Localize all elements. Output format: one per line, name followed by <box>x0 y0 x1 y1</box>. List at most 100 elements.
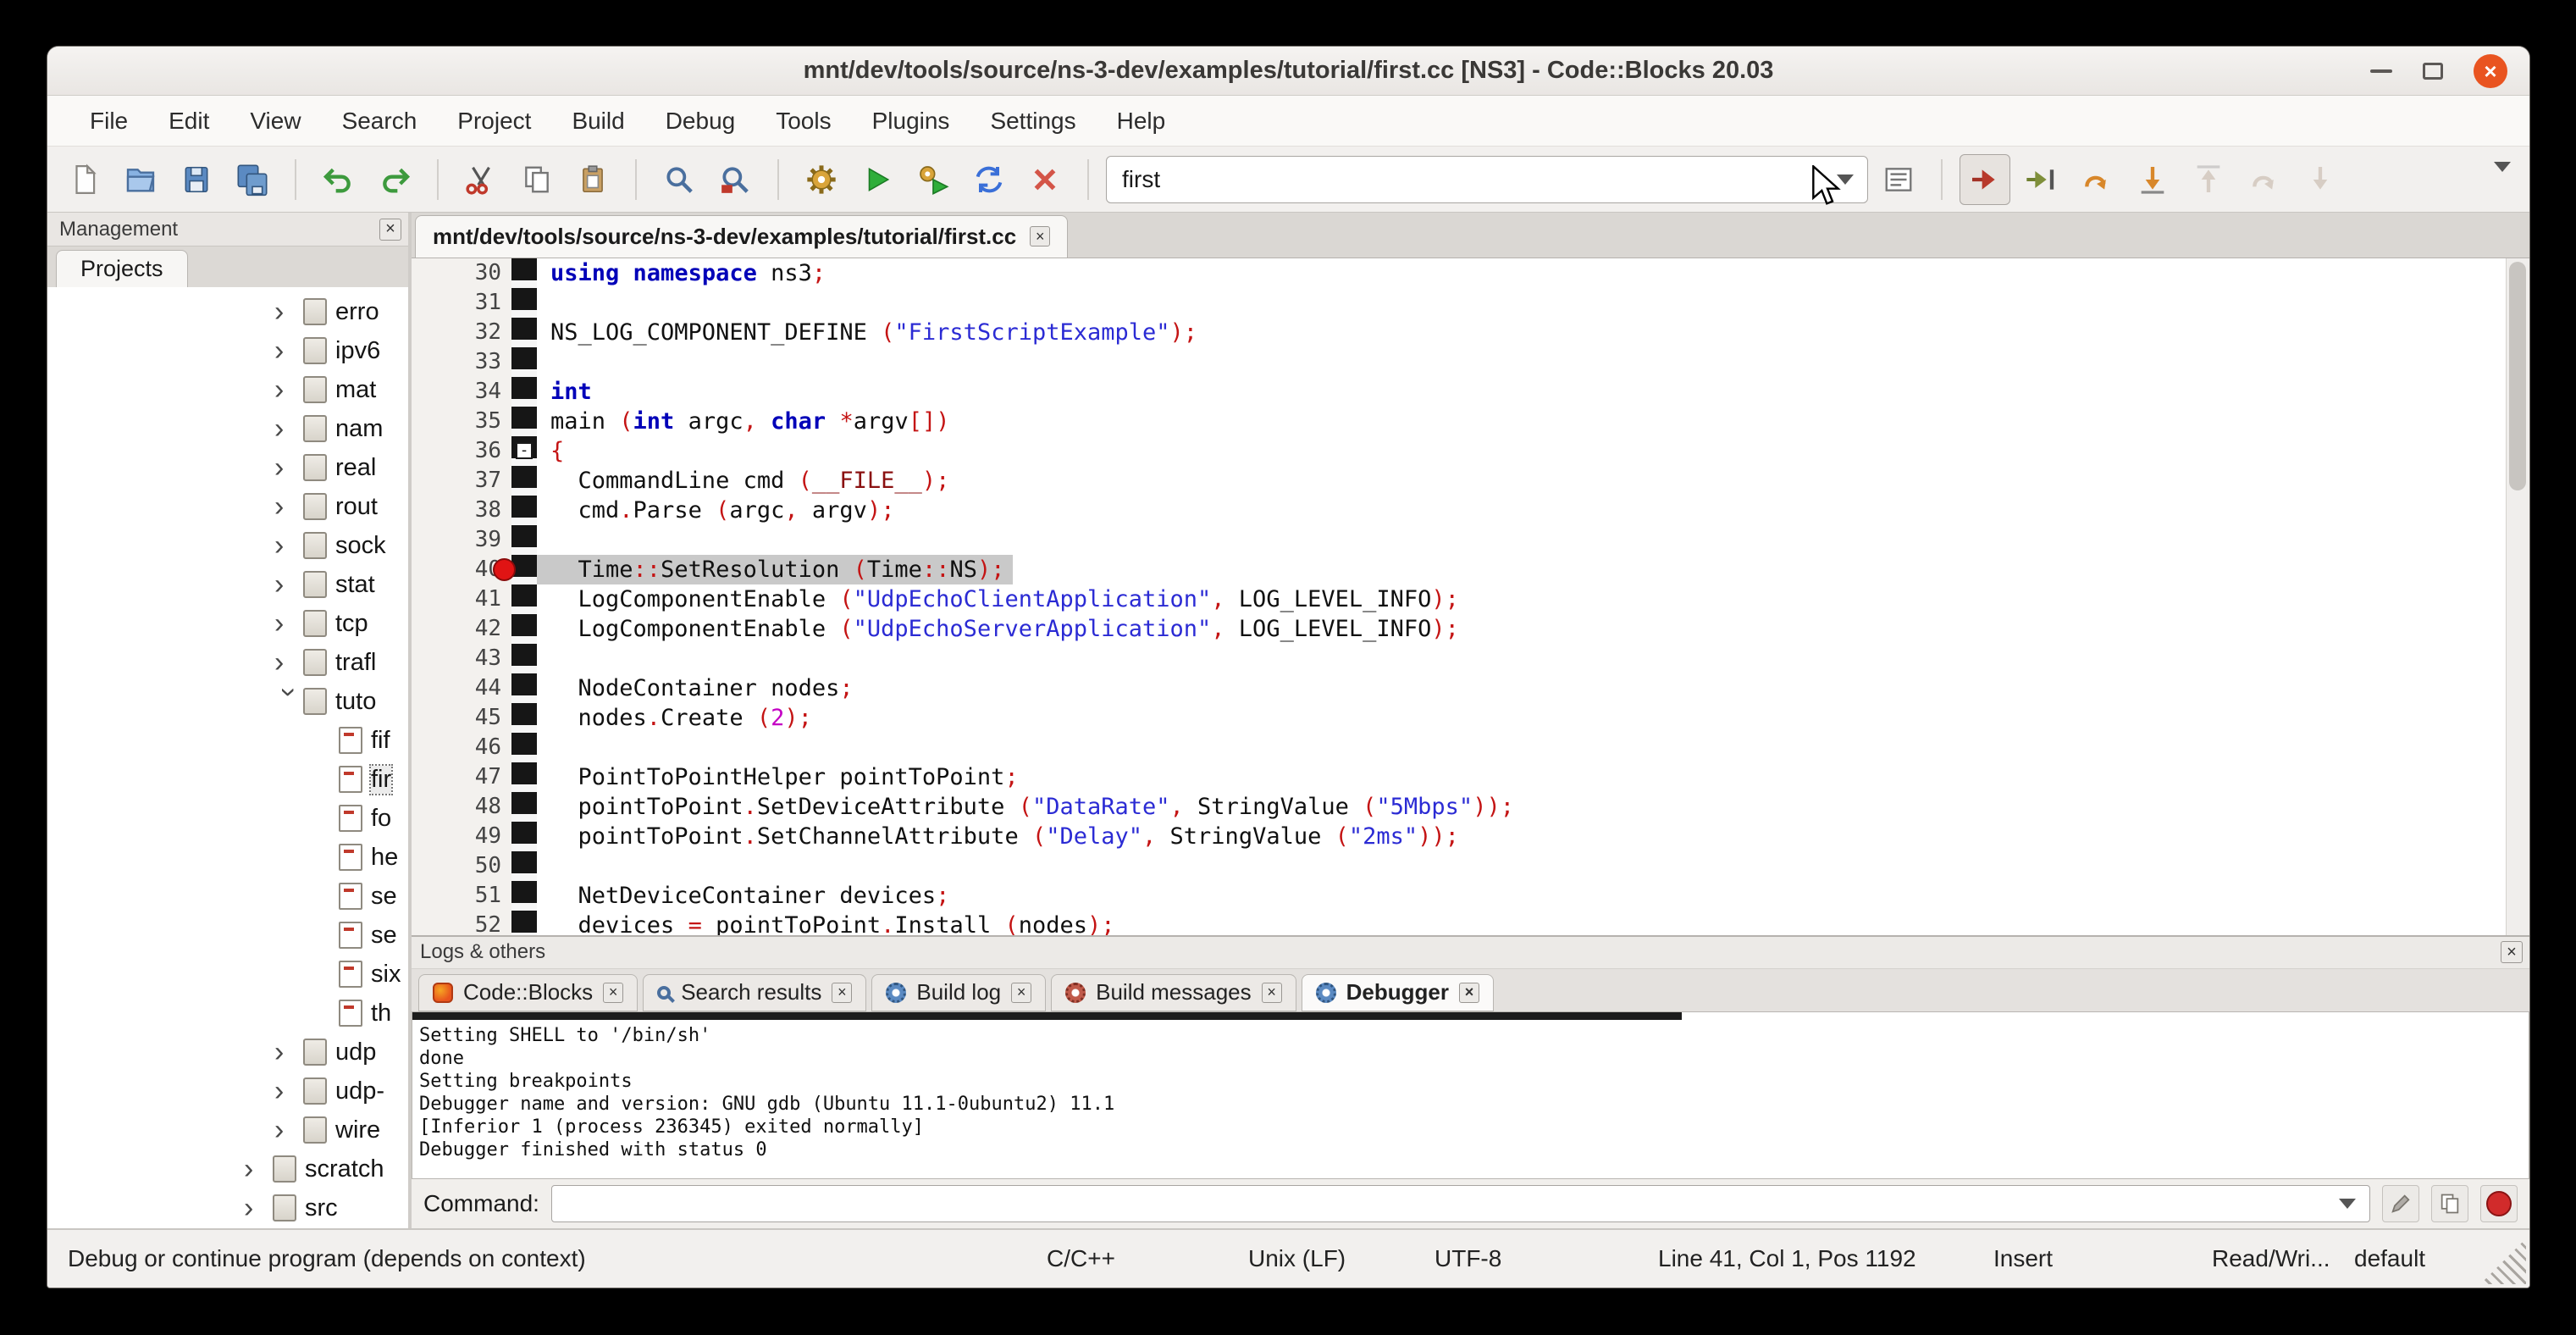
close-icon[interactable]: × <box>832 983 852 1003</box>
code-line[interactable]: 36-{ <box>412 436 2529 466</box>
resize-grip-icon[interactable] <box>2480 1238 2526 1284</box>
line-number[interactable]: 37 <box>412 466 511 496</box>
line-number[interactable]: 36 <box>412 436 511 466</box>
titlebar[interactable]: mnt/dev/tools/source/ns-3-dev/examples/t… <box>47 47 2529 96</box>
abort-button[interactable] <box>1020 154 1070 205</box>
line-number[interactable]: 33 <box>412 347 511 377</box>
tree-item[interactable]: fir <box>47 760 408 799</box>
tree-item[interactable]: se <box>47 877 408 916</box>
code-line[interactable]: 46 <box>412 733 2529 762</box>
log-tab-search-results[interactable]: Search results× <box>643 974 866 1011</box>
tree-item[interactable]: ›mat <box>47 370 408 409</box>
chevron-right-icon[interactable]: › <box>274 451 303 485</box>
next-instruction-button[interactable] <box>2239 154 2290 205</box>
tree-item[interactable]: ›nam <box>47 409 408 448</box>
code-line[interactable]: 43 <box>412 644 2529 673</box>
close-icon[interactable]: × <box>1030 226 1050 247</box>
close-icon[interactable]: × <box>1262 983 1282 1003</box>
code-line[interactable]: 34int <box>412 377 2529 407</box>
tree-item[interactable]: ›real <box>47 448 408 487</box>
tree-item[interactable]: ›tuto <box>47 682 408 721</box>
editor-tab[interactable]: mnt/dev/tools/source/ns-3-dev/examples/t… <box>415 215 1068 258</box>
code-line[interactable]: 33 <box>412 347 2529 377</box>
line-number[interactable]: 31 <box>412 288 511 318</box>
line-number[interactable]: 34 <box>412 377 511 407</box>
editor-vertical-scrollbar[interactable] <box>2506 258 2529 935</box>
build-and-run-button[interactable] <box>908 154 959 205</box>
line-number[interactable]: 43 <box>412 644 511 673</box>
search-input[interactable]: first <box>1107 166 1823 193</box>
chevron-right-icon[interactable]: › <box>274 1036 303 1069</box>
code-line[interactable]: 32NS_LOG_COMPONENT_DEFINE ("FirstScriptE… <box>412 318 2529 347</box>
open-button[interactable] <box>115 154 166 205</box>
command-pencil-button[interactable] <box>2382 1185 2419 1222</box>
close-icon[interactable]: × <box>1459 983 1479 1003</box>
step-out-button[interactable] <box>2183 154 2234 205</box>
line-number[interactable]: 52 <box>412 911 511 935</box>
chevron-right-icon[interactable]: › <box>274 413 303 446</box>
step-into-instruction-button[interactable] <box>2295 154 2346 205</box>
code-line[interactable]: 48 pointToPoint.SetDeviceAttribute ("Dat… <box>412 792 2529 822</box>
maximize-icon[interactable] <box>2423 63 2443 80</box>
run-button[interactable] <box>852 154 903 205</box>
code-line[interactable]: 30using namespace ns3; <box>412 258 2529 288</box>
tree-item[interactable]: six <box>47 955 408 994</box>
code-line[interactable]: 45 nodes.Create (2); <box>412 703 2529 733</box>
line-number[interactable]: 32 <box>412 318 511 347</box>
debug-continue-button[interactable] <box>1960 154 2010 205</box>
debugger-log[interactable]: Setting SHELL to '/bin/sh'doneSetting br… <box>412 1011 2529 1179</box>
code-line[interactable]: 37 CommandLine cmd (__FILE__); <box>412 466 2529 496</box>
chevron-right-icon[interactable]: › <box>244 1192 273 1225</box>
tree-item[interactable]: ›tcp <box>47 604 408 643</box>
line-number[interactable]: 42 <box>412 614 511 644</box>
new-file-button[interactable] <box>59 154 110 205</box>
tree-item[interactable]: ›sock <box>47 526 408 565</box>
line-number[interactable]: 51 <box>412 881 511 911</box>
chevron-right-icon[interactable]: › <box>274 296 303 329</box>
tree-item[interactable]: se <box>47 916 408 955</box>
line-number[interactable]: 49 <box>412 822 511 851</box>
line-number[interactable]: 30 <box>412 258 511 288</box>
code-line[interactable]: 49 pointToPoint.SetChannelAttribute ("De… <box>412 822 2529 851</box>
tree-item[interactable]: ›scratch <box>47 1149 408 1188</box>
code-line[interactable]: 50 <box>412 851 2529 881</box>
save-all-button[interactable] <box>227 154 278 205</box>
menu-help[interactable]: Help <box>1097 96 1186 146</box>
tree-item[interactable]: ›udp- <box>47 1072 408 1111</box>
breakpoint-icon[interactable] <box>493 558 516 581</box>
toolbar-overflow-button[interactable] <box>2494 172 2511 187</box>
log-tab-build-messages[interactable]: Build messages× <box>1051 974 1296 1011</box>
tree-item[interactable]: ›wire <box>47 1111 408 1149</box>
menu-debug[interactable]: Debug <box>645 96 756 146</box>
command-stop-button[interactable] <box>2480 1185 2518 1222</box>
tree-item[interactable]: ›trafl <box>47 643 408 682</box>
code-line[interactable]: 41 LogComponentEnable ("UdpEchoClientApp… <box>412 584 2529 614</box>
fold-marker-icon[interactable]: - <box>516 442 533 459</box>
tree-item[interactable]: fif <box>47 721 408 760</box>
chevron-right-icon[interactable]: › <box>274 490 303 523</box>
close-icon[interactable]: × <box>379 219 401 241</box>
save-button[interactable] <box>171 154 222 205</box>
chevron-down-icon[interactable]: › <box>273 687 306 716</box>
code-line[interactable]: 39 <box>412 525 2529 555</box>
close-icon[interactable]: × <box>1011 983 1031 1003</box>
line-number[interactable]: 45 <box>412 703 511 733</box>
tree-item[interactable]: ›stat <box>47 565 408 604</box>
code-line[interactable]: 38 cmd.Parse (argc, argv); <box>412 496 2529 525</box>
command-copy-button[interactable] <box>2431 1185 2468 1222</box>
find-button[interactable] <box>654 154 705 205</box>
step-into-button[interactable] <box>2127 154 2178 205</box>
menu-settings[interactable]: Settings <box>970 96 1096 146</box>
cut-button[interactable] <box>456 154 506 205</box>
minimize-icon[interactable] <box>2370 69 2392 73</box>
line-number[interactable]: 41 <box>412 584 511 614</box>
code-line[interactable]: 44 NodeContainer nodes; <box>412 673 2529 703</box>
tree-item[interactable]: ›udp <box>47 1033 408 1072</box>
line-number[interactable]: 35 <box>412 407 511 436</box>
log-tab-build-log[interactable]: Build log× <box>871 974 1046 1011</box>
copy-button[interactable] <box>511 154 562 205</box>
build-button[interactable] <box>796 154 847 205</box>
log-tab-debugger[interactable]: Debugger× <box>1302 974 1494 1011</box>
scrollbar-thumb[interactable] <box>2509 262 2526 490</box>
line-number[interactable]: 46 <box>412 733 511 762</box>
